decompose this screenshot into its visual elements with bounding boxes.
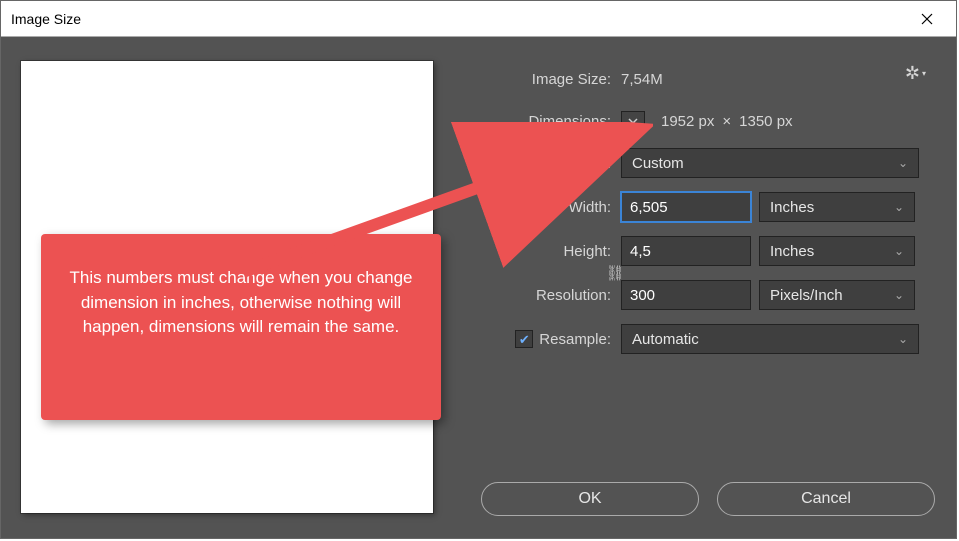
- resolution-input[interactable]: [621, 280, 751, 310]
- gear-icon: ✲: [905, 63, 920, 84]
- window-title: Image Size: [11, 11, 81, 27]
- button-row: OK Cancel: [481, 482, 935, 516]
- width-input[interactable]: [621, 192, 751, 222]
- resample-checkbox[interactable]: [515, 330, 533, 348]
- cancel-button[interactable]: Cancel: [717, 482, 935, 516]
- titlebar: Image Size: [1, 1, 956, 37]
- close-icon: [921, 13, 933, 25]
- height-input[interactable]: [621, 236, 751, 266]
- resolution-unit-select[interactable]: Pixels/Inch ⌄: [759, 280, 915, 310]
- cancel-label: Cancel: [801, 490, 851, 508]
- width-unit-value: Inches: [770, 199, 814, 216]
- image-size-dialog: Image Size ✲ ▾ Image Size: 7,54M Dimensi…: [0, 0, 957, 539]
- chevron-down-icon: [627, 115, 639, 127]
- link-icon: ⛓: [605, 264, 624, 282]
- form-area: ✲ ▾ Image Size: 7,54M Dimensions: 19: [461, 57, 936, 361]
- link-dimensions-toggle[interactable]: ⛓: [606, 238, 624, 308]
- dimensions-toggle[interactable]: [621, 111, 645, 131]
- width-label: Width:: [461, 199, 621, 216]
- resample-label: Resample:: [539, 331, 611, 348]
- resolution-label: Resolution:: [461, 287, 621, 304]
- settings-menu-button[interactable]: ✲ ▾: [905, 63, 926, 84]
- dialog-body: ✲ ▾ Image Size: 7,54M Dimensions: 19: [1, 37, 956, 538]
- ok-label: OK: [578, 490, 601, 508]
- height-unit-value: Inches: [770, 243, 814, 260]
- width-unit-select[interactable]: Inches ⌄: [759, 192, 915, 222]
- image-size-label: Image Size:: [461, 71, 621, 88]
- image-size-value: 7,54M: [621, 71, 663, 88]
- resolution-unit-value: Pixels/Inch: [770, 287, 843, 304]
- dimensions-times: ×: [722, 113, 731, 130]
- chevron-down-icon: ⌄: [894, 288, 904, 302]
- dimensions-label: Dimensions:: [461, 113, 621, 130]
- resample-mode-value: Automatic: [632, 331, 699, 348]
- chevron-down-icon: ⌄: [894, 200, 904, 214]
- dimensions-height: 1350 px: [739, 113, 792, 130]
- dimensions-width: 1952 px: [661, 113, 714, 130]
- annotation-text: This numbers must change when you change…: [69, 268, 412, 336]
- resample-mode-select[interactable]: Automatic ⌄: [621, 324, 919, 354]
- chevron-down-icon: ⌄: [894, 244, 904, 258]
- ok-button[interactable]: OK: [481, 482, 699, 516]
- annotation-callout: This numbers must change when you change…: [41, 234, 441, 420]
- height-label: Height:: [461, 243, 621, 260]
- fit-to-label: Fit To:: [461, 155, 621, 172]
- fit-to-select[interactable]: Custom ⌄: [621, 148, 919, 178]
- close-button[interactable]: [904, 1, 950, 37]
- fit-to-value: Custom: [632, 155, 684, 172]
- chevron-down-icon: ▾: [922, 69, 926, 78]
- chevron-down-icon: ⌄: [898, 156, 908, 170]
- height-unit-select[interactable]: Inches ⌄: [759, 236, 915, 266]
- chevron-down-icon: ⌄: [898, 332, 908, 346]
